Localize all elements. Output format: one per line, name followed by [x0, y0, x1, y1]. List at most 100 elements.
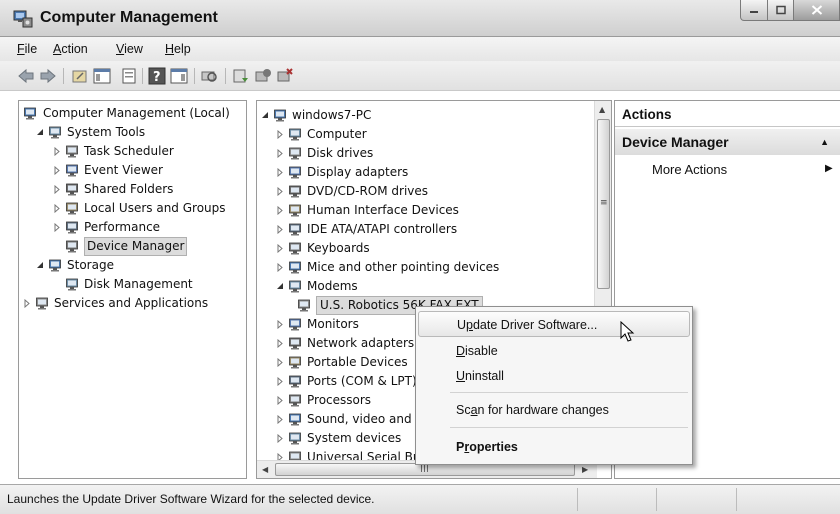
- device-label: System devices: [307, 431, 402, 445]
- collapsed-arrow-icon[interactable]: [53, 223, 62, 232]
- storage-icon: [49, 259, 61, 272]
- actions-section-device-manager[interactable]: Device Manager ▲: [615, 129, 840, 155]
- properties-icon[interactable]: [120, 67, 138, 85]
- menu-bar: File Action View Help: [0, 37, 840, 61]
- scan-hardware-icon[interactable]: [200, 67, 218, 85]
- collapsed-arrow-icon[interactable]: [53, 147, 62, 156]
- menu-item-accelerator: D: [456, 344, 466, 358]
- menu-help[interactable]: Help: [165, 42, 191, 56]
- menu-help-accel: H: [165, 42, 175, 56]
- device-label: Processors: [307, 393, 372, 407]
- maximize-button[interactable]: [767, 0, 794, 21]
- context-menu-item[interactable]: Update Driver Software...: [418, 311, 690, 337]
- tree-item-label: Services and Applications: [54, 296, 209, 310]
- collapsed-arrow-icon[interactable]: [53, 166, 62, 175]
- collapsed-arrow-icon[interactable]: [276, 377, 285, 386]
- collapsed-arrow-icon[interactable]: [276, 168, 285, 177]
- computer-management-icon: [13, 10, 33, 28]
- context-menu-item[interactable]: Scan for hardware changes: [418, 397, 690, 423]
- collapsed-arrow-icon[interactable]: [276, 320, 285, 329]
- device-label: Modems: [307, 279, 358, 293]
- context-menu-item[interactable]: Properties: [418, 434, 690, 460]
- collapsed-arrow-icon[interactable]: [276, 415, 285, 424]
- scroll-right-arrow-icon[interactable]: ▶: [582, 465, 588, 474]
- menu-action[interactable]: Action: [53, 42, 88, 56]
- expanded-arrow-icon[interactable]: [36, 261, 45, 270]
- status-divider: [577, 488, 578, 511]
- tree-item-label: Local Users and Groups: [84, 201, 226, 215]
- forward-icon[interactable]: [39, 67, 57, 85]
- expanded-arrow-icon[interactable]: [276, 282, 285, 291]
- collapsed-arrow-icon[interactable]: [276, 187, 285, 196]
- tree-item-label: Task Scheduler: [84, 144, 174, 158]
- help-icon[interactable]: ?: [148, 67, 166, 85]
- context-menu-item[interactable]: Uninstall: [418, 363, 690, 389]
- device-label: Portable Devices: [307, 355, 408, 369]
- menu-help-label: elp: [174, 42, 191, 56]
- menu-item-label-end: date Driver Software...: [472, 318, 598, 332]
- show-hide-tree-icon[interactable]: [93, 67, 111, 85]
- collapsed-arrow-icon[interactable]: [276, 358, 285, 367]
- expanded-arrow-icon[interactable]: [261, 111, 270, 120]
- collapsed-arrow-icon[interactable]: [276, 206, 285, 215]
- computer-icon: [274, 109, 286, 122]
- device-label: IDE ATA/ATAPI controllers: [307, 222, 458, 236]
- event-viewer-icon: [66, 164, 78, 177]
- close-button[interactable]: [793, 0, 840, 21]
- uninstall-device-icon[interactable]: [276, 67, 294, 85]
- console-tree[interactable]: Computer Management (Local) System Tools T…: [18, 100, 247, 479]
- minimize-button[interactable]: [740, 0, 768, 21]
- menu-item-accelerator: U: [456, 369, 466, 383]
- collapsed-arrow-icon[interactable]: [276, 434, 285, 443]
- portable-device-icon: [289, 356, 301, 369]
- ide-controller-icon: [289, 223, 301, 236]
- status-text: Launches the Update Driver Software Wiza…: [7, 492, 375, 506]
- device-label: Computer: [307, 127, 367, 141]
- tree-item-label: Disk Management: [84, 277, 193, 291]
- menu-separator: [450, 392, 688, 393]
- title-bar[interactable]: Computer Management: [0, 0, 840, 37]
- menu-item-label-end: n for hardware changes: [477, 403, 609, 417]
- show-hide-action-icon[interactable]: [170, 67, 188, 85]
- collapsed-arrow-icon[interactable]: [53, 185, 62, 194]
- disk-drive-icon: [289, 147, 301, 160]
- back-icon[interactable]: [17, 67, 35, 85]
- computer-icon: [289, 128, 301, 141]
- more-actions-item[interactable]: More Actions: [652, 162, 727, 177]
- close-icon: [811, 5, 822, 15]
- menu-file[interactable]: File: [17, 42, 37, 56]
- collapsed-arrow-icon[interactable]: [276, 244, 285, 253]
- collapse-up-icon[interactable]: ▲: [820, 129, 829, 155]
- menu-action-label: ction: [61, 42, 88, 56]
- svg-text:?: ?: [153, 70, 161, 85]
- collapsed-arrow-icon[interactable]: [23, 299, 32, 308]
- shared-folders-icon: [66, 183, 78, 196]
- context-menu-item[interactable]: Disable: [418, 338, 690, 364]
- menu-view[interactable]: View: [116, 42, 143, 56]
- collapsed-arrow-icon[interactable]: [276, 263, 285, 272]
- collapsed-arrow-icon[interactable]: [53, 204, 62, 213]
- menu-file-accel: F: [17, 42, 25, 56]
- device-label: Monitors: [307, 317, 359, 331]
- context-menu: Update Driver Software... Disable Uninstal…: [415, 306, 693, 465]
- status-bar: Launches the Update Driver Software Wiza…: [0, 484, 840, 514]
- menu-item-accelerator: p: [466, 318, 473, 332]
- clock-icon: [66, 145, 78, 158]
- tree-item-label: Device Manager: [84, 237, 188, 256]
- collapsed-arrow-icon[interactable]: [276, 396, 285, 405]
- disable-device-icon[interactable]: [254, 67, 272, 85]
- up-icon[interactable]: [71, 67, 89, 85]
- collapsed-arrow-icon[interactable]: [276, 339, 285, 348]
- actions-section-label: Device Manager: [622, 134, 729, 150]
- tree-item-label: System Tools: [67, 125, 146, 139]
- tree-item-label: Computer Management (Local): [43, 106, 230, 120]
- device-label: DVD/CD-ROM drives: [307, 184, 429, 198]
- scroll-left-arrow-icon[interactable]: ◀: [262, 465, 268, 474]
- collapsed-arrow-icon[interactable]: [276, 149, 285, 158]
- scroll-up-arrow-icon[interactable]: ▲: [599, 105, 605, 114]
- update-driver-icon[interactable]: [232, 67, 250, 85]
- device-label: Mice and other pointing devices: [307, 260, 500, 274]
- collapsed-arrow-icon[interactable]: [276, 225, 285, 234]
- expanded-arrow-icon[interactable]: [36, 128, 45, 137]
- collapsed-arrow-icon[interactable]: [276, 130, 285, 139]
